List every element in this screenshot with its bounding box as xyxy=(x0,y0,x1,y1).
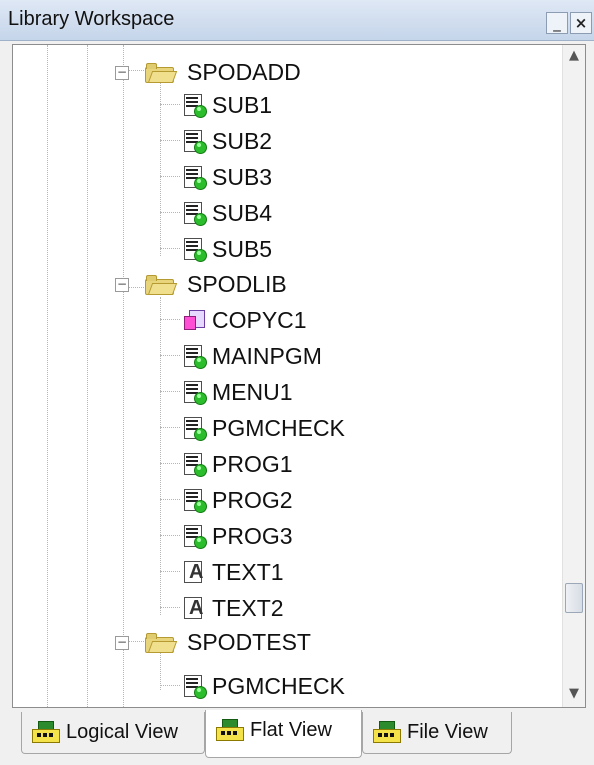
program-icon xyxy=(182,380,207,405)
tree-item-label: PGMCHECK xyxy=(212,673,345,699)
window-title: Library Workspace xyxy=(8,8,175,30)
tree-item-label: TEXT1 xyxy=(212,559,284,585)
minimize-button[interactable]: _ xyxy=(546,12,568,34)
tree-connector xyxy=(160,391,180,392)
library-tree[interactable]: − SPODADD SUB1 SUB2 SUB3 SUB4 SUB5 − SPODLIB COPY… xyxy=(13,45,561,707)
tree-item-row[interactable]: PROG2 xyxy=(160,483,420,517)
tree-connector xyxy=(160,571,180,572)
tree-item-label: PROG3 xyxy=(212,523,293,549)
program-icon xyxy=(182,165,207,190)
tree-connector xyxy=(160,176,180,177)
copybook-icon xyxy=(182,308,206,332)
tree-item-label: MENU1 xyxy=(212,379,293,405)
tree-item-label: SUB1 xyxy=(212,92,273,118)
program-icon xyxy=(182,416,207,441)
program-icon xyxy=(182,201,207,226)
tab-logical-view[interactable]: Logical View xyxy=(21,712,205,754)
tree-item-label: TEXT2 xyxy=(212,595,284,621)
vertical-scrollbar[interactable]: ▲ ▼ xyxy=(562,45,585,707)
program-icon xyxy=(182,129,207,154)
tree-item-row[interactable]: MENU1 xyxy=(160,375,420,409)
tree-connector xyxy=(160,319,180,320)
tree-item-label: PGMCHECK xyxy=(212,415,345,441)
program-icon xyxy=(182,524,207,549)
tree-guide-line xyxy=(47,45,48,707)
view-tabs: Logical View Flat View File View xyxy=(0,710,594,765)
tree-guide-line xyxy=(123,45,124,707)
tree-item-label: COPYC1 xyxy=(212,307,307,333)
tree-item-label: PROG1 xyxy=(212,451,293,477)
tree-item-label: PROG2 xyxy=(212,487,293,513)
tree-item-label: SUB5 xyxy=(212,236,273,262)
tree-connector xyxy=(160,535,180,536)
tree-item-row[interactable]: SUB5 xyxy=(160,232,420,266)
library-tree-pane[interactable]: − SPODADD SUB1 SUB2 SUB3 SUB4 SUB5 − SPODLIB COPY… xyxy=(12,44,586,708)
tree-folder-row[interactable]: − SPODADD xyxy=(115,55,335,89)
folder-icon xyxy=(145,63,178,83)
folder-icon xyxy=(145,275,178,295)
tree-folder-row[interactable]: − SPODLIB xyxy=(115,267,335,301)
program-icon xyxy=(182,488,207,513)
tree-item-row[interactable]: A TEXT1 xyxy=(160,555,420,589)
tree-guide-line xyxy=(87,45,88,707)
tab-logical-view-label: Logical View xyxy=(66,721,178,743)
program-icon xyxy=(182,674,207,699)
tree-connector xyxy=(160,685,180,686)
close-button[interactable]: × xyxy=(570,12,592,34)
tree-connector xyxy=(160,607,180,608)
tree-item-label: SUB2 xyxy=(212,128,273,154)
folder-icon xyxy=(145,633,178,653)
tree-item-row[interactable]: SUB4 xyxy=(160,196,420,230)
tree-item-row[interactable]: SUB1 xyxy=(160,88,420,122)
tree-connector xyxy=(160,463,180,464)
collapse-toggle-icon[interactable]: − xyxy=(115,66,129,80)
tree-item-row[interactable]: SUB3 xyxy=(160,160,420,194)
text-file-icon: A xyxy=(182,596,206,620)
tree-item-row[interactable]: SUB2 xyxy=(160,124,420,158)
tree-connector xyxy=(160,248,180,249)
program-icon xyxy=(182,452,207,477)
tree-connector xyxy=(160,104,180,105)
tree-item-row[interactable]: PGMCHECK xyxy=(160,411,420,445)
tree-folder-label: SPODADD xyxy=(187,59,301,85)
tree-connector xyxy=(160,355,180,356)
title-bar: Library Workspace _ × xyxy=(0,0,594,41)
tab-flat-view-label: Flat View xyxy=(250,719,332,741)
library-workspace-window: Library Workspace _ × − SPODADD SUB1 SUB2 SU… xyxy=(0,0,594,765)
tree-folder-label: SPODTEST xyxy=(187,629,311,655)
tree-connector xyxy=(160,427,180,428)
tree-connector xyxy=(160,212,180,213)
tree-item-label: SUB4 xyxy=(212,200,273,226)
tree-item-label: SUB3 xyxy=(212,164,273,190)
logical-view-icon xyxy=(32,721,60,743)
tab-file-view[interactable]: File View xyxy=(362,712,512,754)
tree-item-row[interactable]: COPYC1 xyxy=(160,303,420,337)
tree-connector xyxy=(160,140,180,141)
tab-file-view-label: File View xyxy=(407,721,488,743)
tree-item-row[interactable]: PROG3 xyxy=(160,519,420,553)
flat-view-icon xyxy=(216,719,244,741)
scroll-up-arrow[interactable]: ▲ xyxy=(563,45,585,67)
tree-item-row[interactable]: PROG1 xyxy=(160,447,420,481)
tab-flat-view[interactable]: Flat View xyxy=(205,710,362,758)
scroll-down-arrow[interactable]: ▼ xyxy=(563,683,585,705)
program-icon xyxy=(182,237,207,262)
program-icon xyxy=(182,344,207,369)
tree-item-label: MAINPGM xyxy=(212,343,322,369)
tree-item-row[interactable]: PGMCHECK xyxy=(160,669,420,703)
program-icon xyxy=(182,93,207,118)
collapse-toggle-icon[interactable]: − xyxy=(115,636,129,650)
file-view-icon xyxy=(373,721,401,743)
collapse-toggle-icon[interactable]: − xyxy=(115,278,129,292)
tree-item-row[interactable]: A TEXT2 xyxy=(160,591,420,625)
tree-connector xyxy=(160,499,180,500)
scroll-thumb[interactable] xyxy=(565,583,583,613)
tree-item-row[interactable]: MAINPGM xyxy=(160,339,420,373)
text-file-icon: A xyxy=(182,560,206,584)
tree-folder-label: SPODLIB xyxy=(187,271,287,297)
tree-folder-row[interactable]: − SPODTEST xyxy=(115,625,335,659)
